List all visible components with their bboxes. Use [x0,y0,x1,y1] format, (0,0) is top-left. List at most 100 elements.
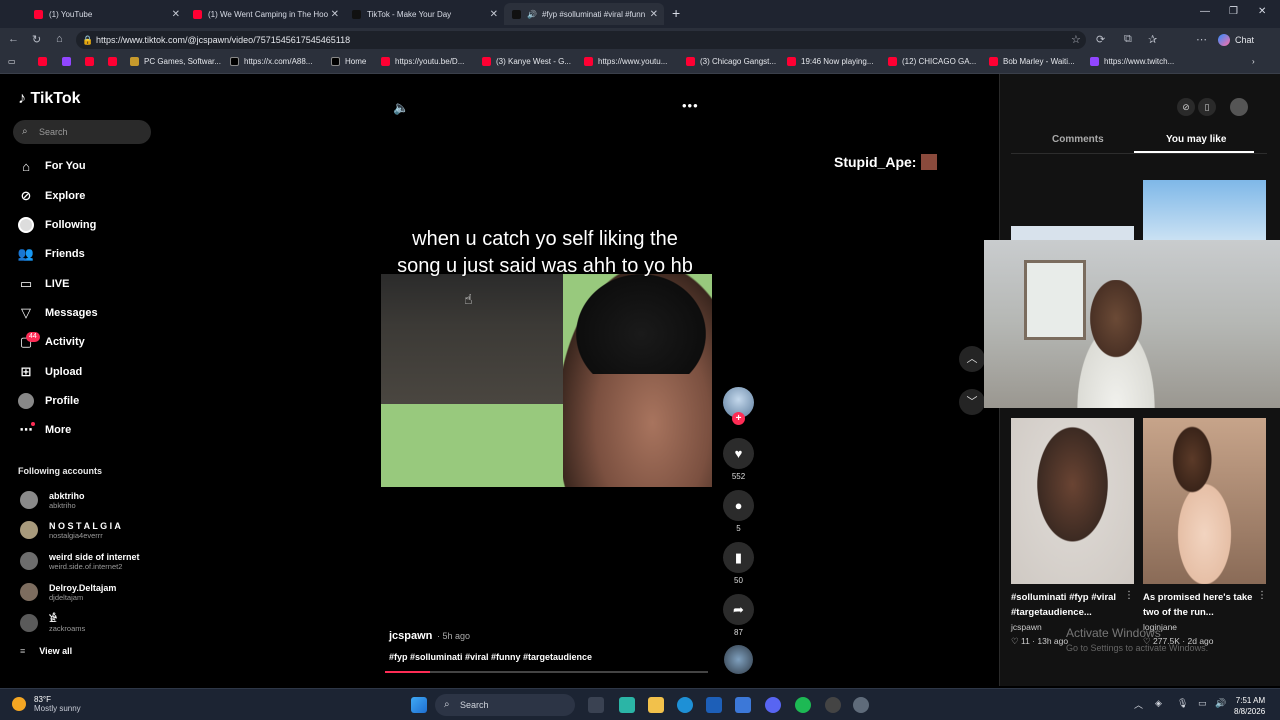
tab-youtube[interactable]: (1) YouTube ✕ [26,3,186,25]
volume-icon[interactable]: 🔈 [393,100,409,116]
bookmark-youtube3-icon[interactable] [108,57,122,66]
video-player[interactable] [381,274,712,487]
like-action[interactable]: ♥ 552 [723,438,754,481]
obs-icon[interactable] [825,697,841,713]
discord-icon[interactable] [765,697,781,713]
nav-for-you[interactable]: ⌂ For You [18,156,85,176]
card-caption[interactable]: #solluminati #fyp #viral #targetaudience… [1011,590,1126,620]
video-hashtags[interactable]: #fyp #solluminati #viral #funny #targeta… [389,652,592,662]
nav-following[interactable]: Following [18,215,96,235]
account-item[interactable]: 𓀀 zackroams [20,611,85,635]
view-all-link[interactable]: ≡ View all [20,646,72,656]
speaker-icon[interactable]: 🔊 [1215,698,1226,709]
compass-icon[interactable]: ⊘ [1177,98,1195,116]
minimize-icon[interactable]: — [1200,6,1210,17]
back-icon[interactable]: ← [8,33,19,45]
bookmark-chicago-ga[interactable]: (12) CHICAGO GA... [888,57,976,66]
next-video-button[interactable]: ﹀ [959,389,985,415]
bookmark-twitch-icon[interactable] [62,57,76,66]
close-icon[interactable]: ✕ [490,9,498,20]
search-input[interactable]: ⌕ Search [13,120,151,144]
nav-more[interactable]: ⋯ More [18,420,72,440]
nav-friends[interactable]: 👥 Friends [18,244,85,264]
tab-current-video[interactable]: 🔊 #fyp #solluminati #viral #funn ✕ [504,3,664,25]
chevron-right-icon[interactable]: › [1252,57,1255,66]
bookmark-twitch[interactable]: https://www.twitch... [1090,57,1174,66]
bookmark-bob-marley[interactable]: Bob Marley - Waiti... [989,57,1075,66]
refresh-icon[interactable]: ↻ [32,33,41,46]
settings-icon[interactable] [853,697,869,713]
recommended-thumbnail[interactable] [1143,180,1266,244]
url-field[interactable]: 🔒 https://www.tiktok.com/@jcspawn/video/7… [76,31,1086,49]
follow-plus-button[interactable]: + [732,412,745,425]
spotify-icon[interactable] [795,697,811,713]
recommended-thumbnail[interactable] [1011,418,1134,584]
outlook-icon[interactable] [735,697,751,713]
close-icon[interactable]: ✕ [650,9,658,20]
nav-live[interactable]: ▭ LIVE [18,274,70,294]
share-action[interactable]: ➦ 87 [723,594,754,637]
nav-explore[interactable]: ⊘ Explore [18,186,86,206]
taskbar-clock[interactable]: 7:51 AM 8/8/2026 [1234,695,1265,717]
taskbar-search[interactable]: ⌕ Search [435,694,575,716]
menu-icon[interactable]: ⋯ [1196,33,1207,46]
save-action[interactable]: ▮ 50 [723,542,754,585]
bookmark-youtube-www[interactable]: https://www.youtu... [584,57,667,66]
account-item[interactable]: N O S T A L G I Anostalgia4everrr [20,518,121,542]
tab-tiktok[interactable]: TikTok - Make Your Day ✕ [344,3,504,25]
window-close-icon[interactable]: ✕ [1258,6,1266,17]
bookmark-now-playing[interactable]: 19:46 Now playing... [787,57,874,66]
sound-disc[interactable] [724,645,753,674]
bookmark-youtube-icon[interactable] [38,57,52,66]
extensions-icon[interactable]: ⟳ [1096,33,1105,46]
tray-chevron-icon[interactable]: ︿ [1134,698,1143,711]
previous-video-button[interactable]: ︿ [959,346,985,372]
maximize-icon[interactable]: ❐ [1229,6,1238,17]
store-icon[interactable] [706,697,722,713]
phone-icon[interactable]: ▯ [1198,98,1216,116]
tab-you-may-like[interactable]: You may like [1166,134,1226,145]
account-item[interactable]: abktriho abktriho [20,488,85,512]
tab-camping[interactable]: (1) We Went Camping in The Hoo ✕ [185,3,345,25]
copilot-chat-button[interactable]: Chat [1218,34,1254,46]
close-icon[interactable]: ✕ [172,9,180,20]
more-options-icon[interactable]: ••• [682,98,699,113]
bookmark-youtube2-icon[interactable] [85,57,99,66]
card-caption[interactable]: As promised here's take two of the run..… [1143,590,1258,620]
card-user[interactable]: jcspawn [1011,622,1042,632]
tiktok-logo[interactable]: ♪ TikTok [18,90,81,108]
edge-icon[interactable] [677,697,693,713]
translate-icon[interactable]: ⧉ [1124,33,1132,46]
copilot-taskbar-icon[interactable] [619,697,635,713]
star-icon[interactable]: ☆ [1071,33,1081,46]
network-icon[interactable]: ▭ [1198,698,1207,709]
account-item[interactable]: Delroy.Deltajam djdeltajam [20,580,116,604]
home-icon[interactable]: ⌂ [56,33,63,45]
user-avatar[interactable] [1230,98,1248,116]
bookmark-youtu-be[interactable]: https://youtu.be/D... [381,57,464,66]
bookmark-x-a88[interactable]: https://x.com/A88... [230,57,312,66]
task-view-icon[interactable] [588,697,604,713]
microphone-icon[interactable]: 🎙 [1177,698,1188,709]
file-explorer-icon[interactable] [648,697,664,713]
recommended-thumbnail[interactable] [1143,418,1266,584]
card-more-icon[interactable]: ⋮ [1257,590,1267,601]
card-more-icon[interactable]: ⋮ [1124,590,1134,601]
video-progress-bar[interactable] [385,671,708,673]
weather-widget[interactable]: 83°F Mostly sunny [12,695,81,713]
video-author[interactable]: jcspawn [389,630,432,642]
nav-messages[interactable]: ▽ Messages [18,303,98,323]
bookmarks-icon[interactable]: ▭ [8,57,16,66]
bookmark-home[interactable]: Home [331,57,366,66]
tray-app-icon[interactable]: ◈ [1155,698,1162,709]
bookmark-pc-games[interactable]: PC Games, Softwar... [130,57,221,66]
windows-start-icon[interactable] [411,697,427,713]
comment-action[interactable]: ● 5 [723,490,754,533]
account-item[interactable]: weird side of internet weird.side.of.inte… [20,549,140,573]
nav-upload[interactable]: ⊞ Upload [18,362,83,382]
new-tab-icon[interactable]: + [672,5,680,21]
nav-profile[interactable]: Profile [18,391,79,411]
bookmark-kanye[interactable]: (3) Kanye West - G... [482,57,571,66]
bookmark-chicago-gangst[interactable]: (3) Chicago Gangst... [686,57,776,66]
close-icon[interactable]: ✕ [331,9,339,20]
